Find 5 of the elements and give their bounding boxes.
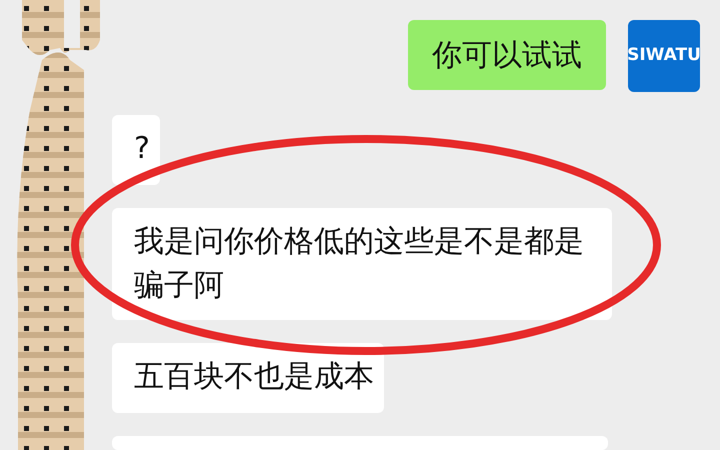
avatar-logo: SIWATU: [628, 20, 700, 92]
message-bubble: ?: [112, 115, 160, 185]
message-bubble: 我是问你价格低的这些是不是都是骗子阿: [112, 208, 612, 320]
message-bubble: 你可以试试: [408, 20, 606, 90]
message-bubble: 五百块不也是成本: [112, 343, 384, 413]
